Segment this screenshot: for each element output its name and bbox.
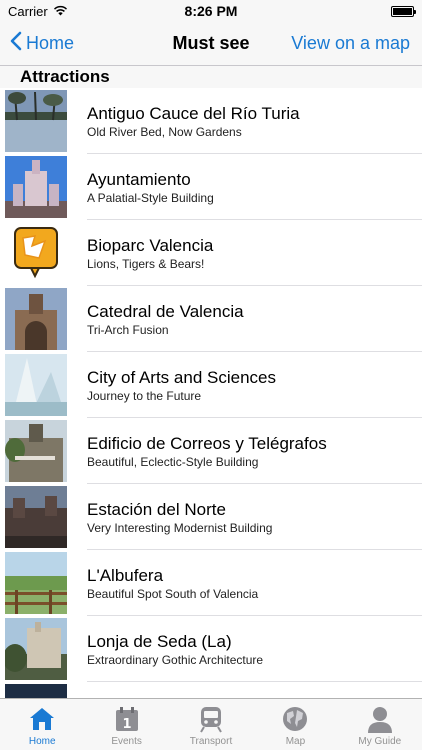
item-subtitle: Beautiful Spot South of Valencia	[87, 586, 259, 601]
item-subtitle: Lions, Tigers & Bears!	[87, 256, 205, 271]
thumbnail-image	[5, 486, 67, 548]
list-item[interactable]: Lonja de Seda (La) Extraordinary Gothic …	[0, 616, 422, 682]
item-title: Edificio de Correos y Telégrafos	[87, 433, 327, 453]
person-icon	[365, 704, 395, 734]
bioparc-logo-icon	[5, 222, 67, 284]
thumbnail-image	[5, 552, 67, 614]
tab-label: Transport	[189, 736, 233, 747]
back-button-label: Home	[26, 33, 75, 53]
carrier-label: Carrier	[8, 3, 48, 19]
chevron-left-icon	[10, 31, 22, 56]
battery-icon	[391, 5, 416, 17]
list-item[interactable]: Edificio de Correos y Telégrafos Beautif…	[0, 418, 422, 484]
tab-events[interactable]: 1 Events	[84, 699, 168, 750]
thumbnail-image	[5, 288, 67, 350]
list-item[interactable]: Antiguo Cauce del Río Turia Old River Be…	[0, 88, 422, 154]
item-title: L'Albufera	[87, 565, 164, 585]
item-subtitle: Extraordinary Gothic Architecture	[87, 652, 264, 667]
home-icon	[27, 704, 57, 734]
item-title: Bioparc Valencia	[87, 235, 214, 255]
tab-map[interactable]: Map	[253, 699, 337, 750]
list-item[interactable]: Ayuntamiento A Palatial-Style Building	[0, 154, 422, 220]
item-subtitle: Old River Bed, Now Gardens	[87, 124, 242, 139]
list-item[interactable]	[0, 682, 422, 698]
item-title: Catedral de Valencia	[87, 301, 244, 321]
tab-label: My Guide	[358, 736, 402, 747]
tab-label: Map	[285, 736, 306, 747]
svg-text:1: 1	[122, 717, 131, 732]
thumbnail-image	[5, 618, 67, 680]
wifi-icon	[53, 4, 68, 19]
tab-home[interactable]: Home	[0, 699, 84, 750]
thumbnail-image	[5, 420, 67, 482]
tab-transport[interactable]: Transport	[169, 699, 253, 750]
list-item[interactable]: Bioparc Valencia Lions, Tigers & Bears!	[0, 220, 422, 286]
item-title: Antiguo Cauce del Río Turia	[87, 103, 300, 123]
thumbnail-image	[5, 90, 67, 152]
item-title: Ayuntamiento	[87, 169, 191, 189]
list-item[interactable]: City of Arts and Sciences Journey to the…	[0, 352, 422, 418]
item-subtitle: Journey to the Future	[87, 388, 202, 403]
status-bar: Carrier 8:26 PM	[0, 0, 422, 22]
thumbnail-image	[5, 684, 67, 698]
globe-icon	[280, 704, 310, 734]
tab-label: Home	[28, 736, 56, 747]
view-on-map-button[interactable]: View on a map	[291, 33, 410, 54]
thumbnail-image	[5, 354, 67, 416]
status-left: Carrier	[8, 4, 68, 19]
item-subtitle: Very Interesting Modernist Building	[87, 520, 273, 535]
back-button[interactable]: Home	[10, 31, 74, 56]
section-header: Attractions	[0, 66, 422, 88]
attractions-list[interactable]: Antiguo Cauce del Río Turia Old River Be…	[0, 88, 422, 698]
item-title: Lonja de Seda (La)	[87, 631, 232, 651]
item-subtitle: A Palatial-Style Building	[87, 190, 214, 205]
tab-label: Events	[111, 736, 142, 747]
thumbnail-image	[5, 156, 67, 218]
tab-bar: Home 1 Events Transport Map My Guide	[0, 698, 422, 750]
list-item[interactable]: L'Albufera Beautiful Spot South of Valen…	[0, 550, 422, 616]
navigation-bar: Home Must see View on a map	[0, 22, 422, 66]
tab-my-guide[interactable]: My Guide	[338, 699, 422, 750]
calendar-icon: 1	[112, 704, 142, 734]
item-subtitle: Beautiful, Eclectic-Style Building	[87, 454, 259, 469]
train-icon	[196, 704, 226, 734]
item-title: City of Arts and Sciences	[87, 367, 276, 387]
list-item[interactable]: Estación del Norte Very Interesting Mode…	[0, 484, 422, 550]
list-item[interactable]: Catedral de Valencia Tri-Arch Fusion	[0, 286, 422, 352]
item-title: Estación del Norte	[87, 499, 226, 519]
item-subtitle: Tri-Arch Fusion	[87, 322, 169, 337]
